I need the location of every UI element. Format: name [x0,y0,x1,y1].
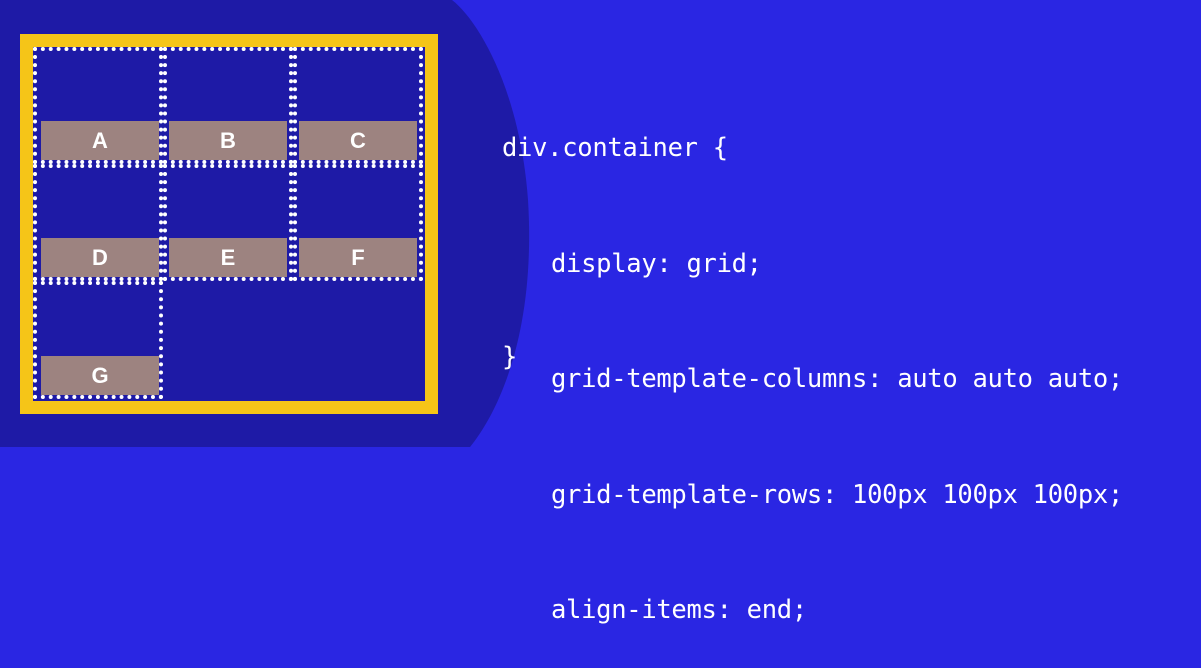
grid-item-f: F [299,238,417,277]
css-code-block: div.container { display: grid; grid-temp… [502,52,1123,668]
grid-item-e: E [169,238,287,277]
grid-cell: E [163,164,293,281]
code-line-grid-template-rows: grid-template-rows: 100px 100px 100px; [551,479,1123,510]
grid-container-frame: A B C D E F G [20,34,438,414]
grid-cell: B [163,47,293,164]
code-line-grid-template-columns: grid-template-columns: auto auto auto; [551,364,1123,394]
grid-cell: F [293,164,423,281]
grid-item-d: D [41,238,159,277]
grid-item-g: G [41,356,159,395]
grid-item-b: B [169,121,287,160]
grid-cell: A [33,47,163,164]
grid-cell: G [33,281,163,399]
grid-cell: C [293,47,423,164]
code-line-align-items: align-items: end; [551,595,807,625]
grid-item-a: A [41,121,159,160]
grid-cell: D [33,164,163,281]
code-line-display: display: grid; [551,248,762,279]
grid-item-c: C [299,121,417,160]
code-selector-line: div.container { [502,133,728,163]
code-closing-brace: } [502,342,518,372]
